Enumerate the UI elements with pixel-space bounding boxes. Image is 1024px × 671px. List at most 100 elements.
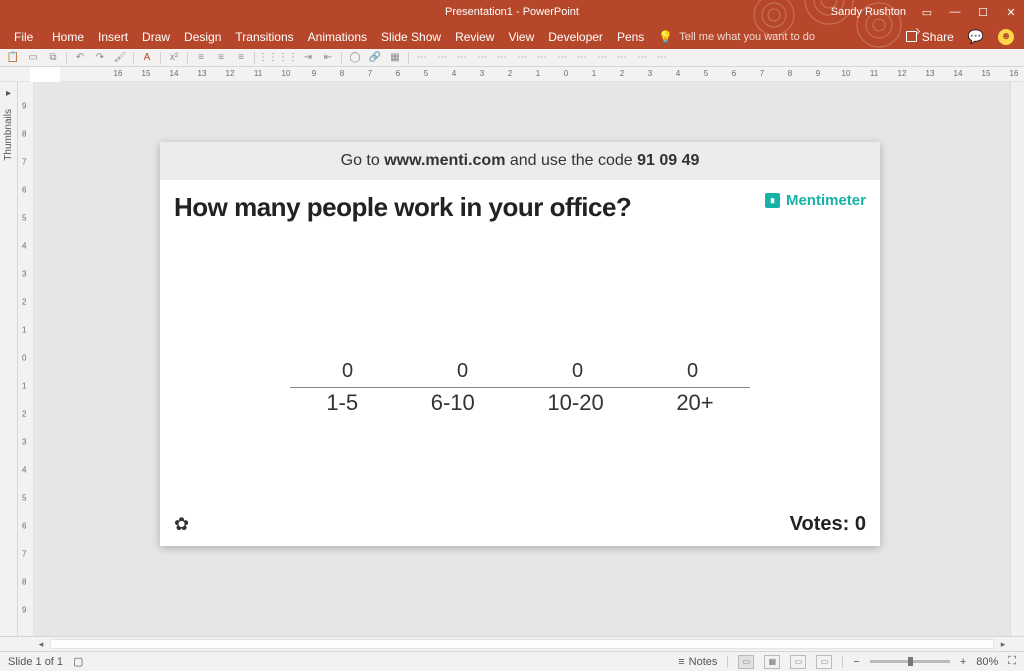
status-right: ≡ Notes ▭ ▦ ▭ ▭ − + 80% ⛶ <box>678 655 1016 669</box>
zoom-knob[interactable] <box>908 657 913 666</box>
zoom-level[interactable]: 80% <box>976 656 998 668</box>
qat-more-12[interactable]: ⋯ <box>635 51 649 65</box>
vertical-scrollbar[interactable] <box>1010 82 1024 636</box>
tab-developer[interactable]: Developer <box>548 30 603 44</box>
ruler-v-tick: 3 <box>22 270 26 279</box>
qat-align-right-icon[interactable]: ≡ <box>234 51 248 65</box>
qat-more-11[interactable]: ⋯ <box>615 51 629 65</box>
slideshow-view-icon[interactable]: ▭ <box>816 655 832 669</box>
qat-link-icon[interactable]: 🔗 <box>368 51 382 65</box>
qat-format-painter-icon[interactable]: 🖌 <box>113 51 127 65</box>
ruler-h-tick: 2 <box>620 69 624 78</box>
status-bar: Slide 1 of 1 ▢ ≡ Notes ▭ ▦ ▭ ▭ − + 80% ⛶ <box>0 651 1024 671</box>
ruler-h-tick: 2 <box>508 69 512 78</box>
zoom-out-icon[interactable]: − <box>853 656 859 668</box>
file-tab[interactable]: File <box>0 30 46 44</box>
maximize-icon[interactable]: ☐ <box>976 6 990 19</box>
instr-url: www.menti.com <box>384 152 505 169</box>
minimize-icon[interactable]: — <box>948 6 962 18</box>
accessibility-icon[interactable]: ▢ <box>73 655 83 668</box>
qat-more-2[interactable]: ⋯ <box>435 51 449 65</box>
gear-icon[interactable]: ✿ <box>174 514 189 535</box>
tab-view[interactable]: View <box>508 30 534 44</box>
chart-category: 20+ <box>676 390 713 416</box>
ruler-h-tick: 8 <box>340 69 344 78</box>
tab-transitions[interactable]: Transitions <box>235 30 293 44</box>
qat-more-1[interactable]: ⋯ <box>415 51 429 65</box>
scroll-right-icon[interactable]: ▸ <box>996 639 1010 650</box>
qat-align-left-icon[interactable]: ≡ <box>194 51 208 65</box>
normal-view-icon[interactable]: ▭ <box>738 655 754 669</box>
qat-more-8[interactable]: ⋯ <box>555 51 569 65</box>
chart-value: 0 <box>342 360 353 383</box>
ribbon-display-options-icon[interactable]: ▭ <box>920 6 934 19</box>
qat-numbering-icon[interactable]: ⋮⋮ <box>281 51 295 65</box>
mentimeter-icon: ∎ <box>765 193 780 208</box>
reading-view-icon[interactable]: ▭ <box>790 655 806 669</box>
poll-question: How many people work in your office? <box>174 192 631 223</box>
tab-draw[interactable]: Draw <box>142 30 170 44</box>
qat-paste-icon[interactable]: 📋 <box>6 51 20 65</box>
ruler-h-tick: 5 <box>424 69 428 78</box>
scroll-left-icon[interactable]: ◂ <box>34 639 48 650</box>
qat-new-slide-icon[interactable]: ▭ <box>26 51 40 65</box>
horizontal-scrollbar[interactable]: ◂ ▸ <box>0 636 1024 651</box>
tab-home[interactable]: Home <box>52 30 84 44</box>
ruler-v-tick: 7 <box>22 550 26 559</box>
qat-more-10[interactable]: ⋯ <box>595 51 609 65</box>
tab-slide-show[interactable]: Slide Show <box>381 30 441 44</box>
thumbnails-pane-collapsed[interactable]: ▸ Thumbnails <box>0 82 18 636</box>
chart-values-row: 0 0 0 0 <box>290 360 750 383</box>
qat-undo-icon[interactable]: ↶ <box>73 51 87 65</box>
ruler-v-tick: 0 <box>22 354 26 363</box>
qat-shapes-icon[interactable]: ◯ <box>348 51 362 65</box>
separator <box>133 52 134 64</box>
notes-button[interactable]: ≡ Notes <box>678 656 717 668</box>
share-button[interactable]: Share <box>906 30 954 44</box>
bar-chart: 0 0 0 0 1-5 6-10 10-20 20+ <box>290 360 750 416</box>
qat-more-9[interactable]: ⋯ <box>575 51 589 65</box>
qat-font-color-icon[interactable]: A <box>140 51 154 65</box>
zoom-slider[interactable] <box>870 660 950 663</box>
chart-category: 6-10 <box>431 390 475 416</box>
qat-more-5[interactable]: ⋯ <box>495 51 509 65</box>
qat-indent-icon[interactable]: ⇥ <box>301 51 315 65</box>
tab-insert[interactable]: Insert <box>98 30 128 44</box>
scroll-track[interactable] <box>50 639 994 649</box>
qat-bullets-icon[interactable]: ⋮⋮ <box>261 51 275 65</box>
expand-thumbnails-icon: ▸ <box>6 88 11 99</box>
slide-sorter-view-icon[interactable]: ▦ <box>764 655 780 669</box>
qat-screenshot-icon[interactable]: ⧉ <box>46 51 60 65</box>
zoom-in-icon[interactable]: + <box>960 656 966 668</box>
fit-to-window-icon[interactable]: ⛶ <box>1008 655 1016 668</box>
menti-instruction-bar: Go to www.menti.com and use the code 91 … <box>160 142 880 180</box>
qat-more-3[interactable]: ⋯ <box>455 51 469 65</box>
qat-more-7[interactable]: ⋯ <box>535 51 549 65</box>
ruler-horizontal[interactable]: 1615141312111098765432101234567891011121… <box>60 67 1024 82</box>
chart-category: 1-5 <box>326 390 358 416</box>
qat-more-13[interactable]: ⋯ <box>655 51 669 65</box>
ruler-v-tick: 6 <box>22 522 26 531</box>
qat-more-6[interactable]: ⋯ <box>515 51 529 65</box>
slide[interactable]: Go to www.menti.com and use the code 91 … <box>160 142 880 546</box>
ruler-vertical[interactable]: 9876543210123456789 <box>18 82 34 636</box>
tab-review[interactable]: Review <box>455 30 494 44</box>
slide-canvas[interactable]: Go to www.menti.com and use the code 91 … <box>34 82 1024 636</box>
qat-align-center-icon[interactable]: ≡ <box>214 51 228 65</box>
qat-redo-icon[interactable]: ↷ <box>93 51 107 65</box>
emoji-icon[interactable]: ☻ <box>998 29 1014 45</box>
tab-pens[interactable]: Pens <box>617 30 644 44</box>
qat-table-icon[interactable]: ▦ <box>388 51 402 65</box>
qat-outdent-icon[interactable]: ⇤ <box>321 51 335 65</box>
qat-more-4[interactable]: ⋯ <box>475 51 489 65</box>
qat-superscript-icon[interactable]: x² <box>167 51 181 65</box>
ruler-h-tick: 9 <box>312 69 316 78</box>
comments-icon[interactable]: 💬 <box>968 29 984 45</box>
slide-indicator[interactable]: Slide 1 of 1 <box>8 656 63 668</box>
ruler-v-tick: 5 <box>22 494 26 503</box>
ruler-h-tick: 9 <box>816 69 820 78</box>
close-icon[interactable]: ✕ <box>1004 6 1018 19</box>
tab-design[interactable]: Design <box>184 30 221 44</box>
notes-label: Notes <box>689 656 718 668</box>
tab-animations[interactable]: Animations <box>308 30 367 44</box>
